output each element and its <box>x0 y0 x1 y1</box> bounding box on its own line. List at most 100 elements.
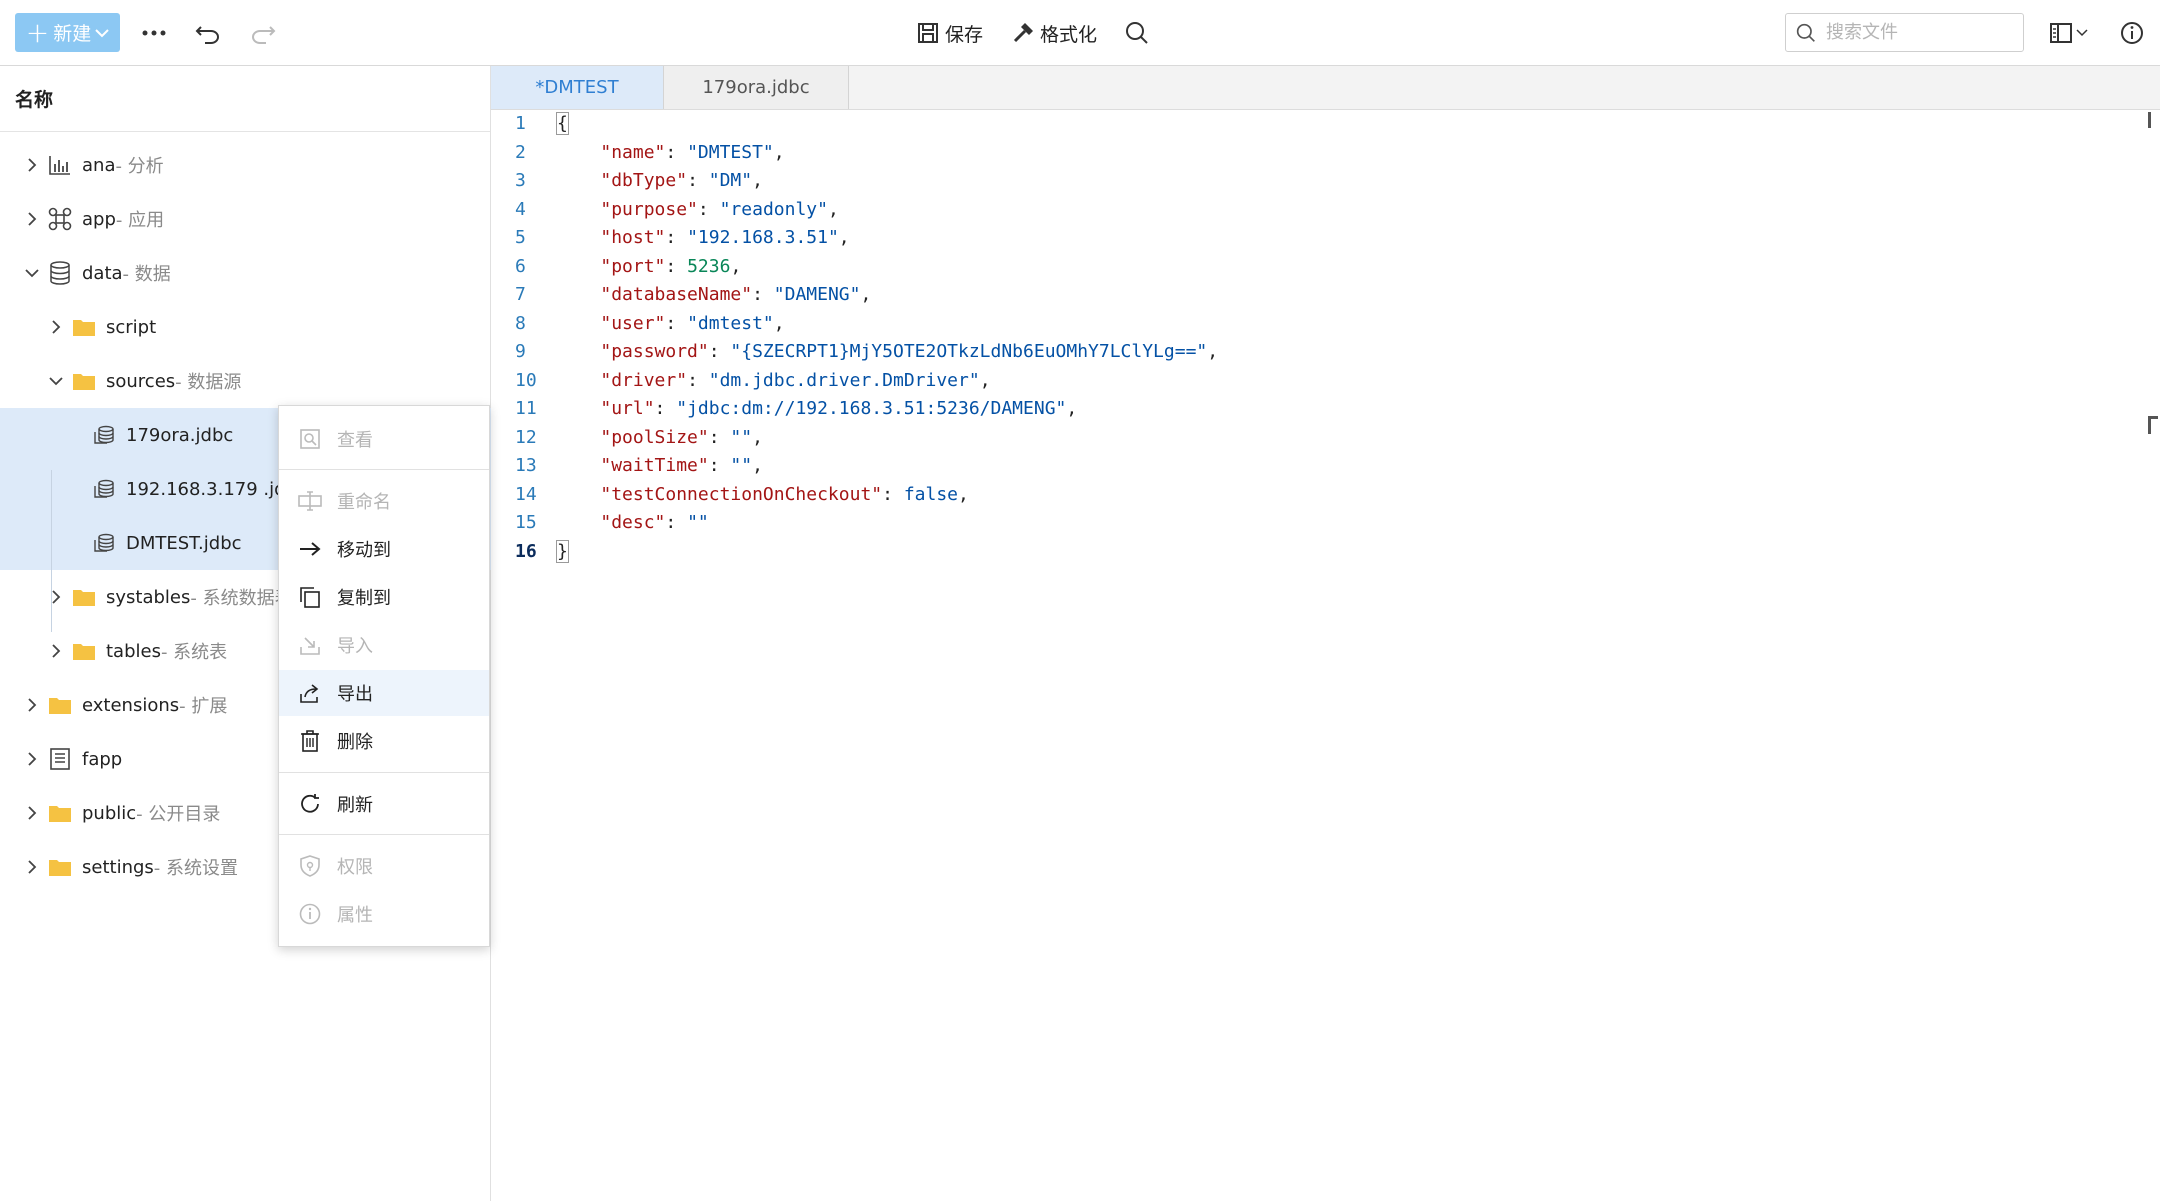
chevron-right-icon[interactable] <box>22 803 42 823</box>
chevron-down-icon <box>95 28 109 37</box>
code-line: "purpose": "readonly", <box>600 198 839 220</box>
jdbc-datasource-icon <box>92 531 116 555</box>
folder-icon <box>48 801 72 825</box>
code-line: "poolSize": "", <box>600 426 763 448</box>
more-icon[interactable] <box>139 18 169 48</box>
chevron-right-icon[interactable] <box>22 695 42 715</box>
format-button[interactable]: 格式化 <box>1012 18 1097 48</box>
undo-icon[interactable] <box>193 18 223 48</box>
folder-icon <box>48 693 72 717</box>
code-line: { <box>556 110 569 138</box>
code-line: "port": 5236, <box>600 255 742 277</box>
code-line: "dbType": "DM", <box>600 170 763 191</box>
chevron-right-icon[interactable] <box>22 749 42 769</box>
code-line: "name": "DMTEST", <box>600 141 785 163</box>
code-line: "desc": "" <box>600 512 709 533</box>
chevron-right-icon[interactable] <box>46 587 66 607</box>
new-button-label: 新建 <box>53 23 92 45</box>
shield-icon <box>297 853 323 879</box>
tree-item-app[interactable]: app - 应用 <box>0 192 491 246</box>
tab-179ora-jdbc[interactable]: 179ora.jdbc <box>664 66 849 109</box>
code-line: } <box>556 538 569 566</box>
menu-item-import[interactable]: 导入 <box>279 622 489 668</box>
database-icon <box>48 261 72 285</box>
cursor-marker-bar <box>2148 416 2151 434</box>
code-line: "waitTime": "", <box>600 455 763 476</box>
code-line: "testConnectionOnCheckout": false, <box>600 483 969 505</box>
menu-item-move-to[interactable]: 移动到 <box>279 526 489 572</box>
code-line: "password": "{SZECRPT1}MjY5OTE2OTkzLdNb6… <box>600 341 1219 362</box>
menu-item-export[interactable]: 导出 <box>279 670 489 716</box>
code-line: "driver": "dm.jdbc.driver.DmDriver", <box>600 369 991 391</box>
line-number: 14 <box>515 483 537 505</box>
jdbc-datasource-icon <box>92 423 116 447</box>
line-number: 4 <box>515 198 526 220</box>
close-brace: } <box>556 539 569 563</box>
folder-icon <box>72 639 96 663</box>
refresh-icon <box>297 791 323 817</box>
chevron-down-icon[interactable] <box>22 263 42 283</box>
line-number: 7 <box>515 284 526 305</box>
redo-icon[interactable] <box>248 18 278 48</box>
line-number: 1 <box>515 113 526 134</box>
line-number: 9 <box>515 341 526 362</box>
toolbar: + 新建 保存 格式化 <box>0 0 2160 66</box>
menu-item-delete[interactable]: 删除 <box>279 718 489 764</box>
line-number: 12 <box>515 426 537 448</box>
line-number: 5 <box>515 227 526 248</box>
folder-icon <box>72 585 96 609</box>
menu-separator <box>279 772 489 773</box>
line-number: 2 <box>515 141 526 163</box>
tree-item-sources[interactable]: sources - 数据源 <box>0 354 491 408</box>
tree-header: 名称 <box>0 66 490 132</box>
scrollbar-thumb[interactable] <box>2148 112 2151 128</box>
menu-item-refresh[interactable]: 刷新 <box>279 781 489 827</box>
folder-icon <box>48 855 72 879</box>
hammer-icon <box>1013 23 1033 43</box>
folder-icon <box>72 315 96 339</box>
menu-item-copy-to[interactable]: 复制到 <box>279 574 489 620</box>
search-icon <box>1796 23 1815 42</box>
chevron-right-icon[interactable] <box>22 155 42 175</box>
export-icon <box>297 680 323 706</box>
menu-item-permissions[interactable]: 权限 <box>279 843 489 889</box>
chevron-right-icon[interactable] <box>22 857 42 877</box>
chevron-right-icon[interactable] <box>22 209 42 229</box>
search-input[interactable] <box>1824 21 2018 44</box>
line-number: 10 <box>515 369 537 391</box>
chevron-down-icon[interactable] <box>46 371 66 391</box>
import-icon <box>297 632 323 658</box>
arrow-right-icon <box>297 536 323 562</box>
tree-item-script[interactable]: script <box>0 300 491 354</box>
folder-icon <box>72 369 96 393</box>
layout-icon <box>2050 23 2072 43</box>
trash-icon <box>297 728 323 754</box>
save-icon <box>918 23 938 43</box>
rename-icon <box>297 488 323 514</box>
layout-toggle[interactable] <box>2046 18 2092 48</box>
editor-tabs: *DMTEST 179ora.jdbc <box>491 66 2160 110</box>
info-icon[interactable] <box>2117 18 2147 48</box>
menu-item-properties[interactable]: 属性 <box>279 891 489 937</box>
line-number: 8 <box>515 312 526 334</box>
new-button[interactable]: + 新建 <box>15 13 120 52</box>
chevron-right-icon[interactable] <box>46 641 66 661</box>
copy-icon <box>297 584 323 610</box>
code-line: "user": "dmtest", <box>600 312 785 334</box>
save-button[interactable]: 保存 <box>917 18 983 48</box>
menu-item-rename[interactable]: 重命名 <box>279 478 489 524</box>
jdbc-datasource-icon <box>92 477 116 501</box>
menu-item-view[interactable]: 查看 <box>279 416 489 462</box>
chevron-right-icon[interactable] <box>46 317 66 337</box>
line-number: 13 <box>515 455 537 476</box>
tree-item-data[interactable]: data - 数据 <box>0 246 491 300</box>
tree-item-ana[interactable]: ana - 分析 <box>0 138 491 192</box>
search-icon[interactable] <box>1122 18 1152 48</box>
line-number: 6 <box>515 255 526 277</box>
chevron-down-icon <box>2076 29 2088 37</box>
document-icon <box>48 747 72 771</box>
code-editor[interactable]: 1 2 3 4 5 6 7 8 9 10 11 12 13 14 15 16 {… <box>491 110 2160 1201</box>
line-number-current: 16 <box>515 540 537 562</box>
tab-dmtest[interactable]: *DMTEST <box>491 66 664 109</box>
line-number: 15 <box>515 512 537 533</box>
